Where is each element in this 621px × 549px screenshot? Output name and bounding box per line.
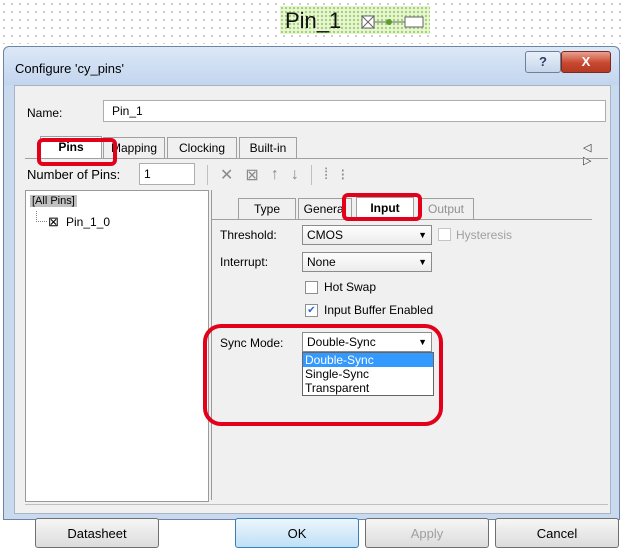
hot-swap-label: Hot Swap	[324, 280, 377, 294]
chevron-down-icon: ▼	[418, 230, 427, 240]
pin-tree[interactable]: [All Pins] ⊠ Pin_1_0	[25, 190, 209, 502]
input-buffer-enabled-checkbox[interactable]: ✔	[305, 304, 318, 317]
component-name-label[interactable]: Pin_1	[285, 8, 341, 34]
delete-icon[interactable]: ✕	[220, 165, 233, 185]
group-icon[interactable]: ⁞	[324, 166, 328, 184]
highlight-sync-mode	[203, 324, 443, 426]
hot-swap-checkbox[interactable]	[305, 281, 318, 294]
highlight-input-tab	[342, 193, 422, 221]
number-of-pins-label: Number of Pins:	[27, 167, 121, 182]
pin-symbol-icon[interactable]	[361, 14, 425, 30]
name-field[interactable]	[103, 100, 606, 122]
pins-toolbar: ✕ ⊠ ↑ ↓ ⁞ ⁝	[207, 164, 345, 186]
ungroup-icon[interactable]: ⁝	[340, 165, 345, 185]
tree-item-pin[interactable]: Pin_1_0	[66, 215, 110, 229]
move-down-icon[interactable]: ↓	[291, 166, 299, 184]
configure-dialog: Configure 'cy_pins' ? X Name: Pins Mappi…	[3, 46, 620, 548]
subtab-output[interactable]: Output	[418, 198, 474, 219]
chevron-down-icon: ▼	[418, 257, 427, 267]
datasheet-button[interactable]: Datasheet	[35, 518, 159, 548]
dialog-title: Configure 'cy_pins'	[15, 61, 125, 76]
number-of-pins-field[interactable]	[139, 163, 195, 185]
tree-connector	[36, 211, 47, 222]
close-button[interactable]: X	[561, 51, 611, 73]
subtab-type[interactable]: Type	[238, 198, 296, 219]
hysteresis-checkbox[interactable]	[438, 228, 451, 241]
name-label: Name:	[27, 106, 63, 120]
threshold-label: Threshold:	[220, 228, 277, 242]
toolbar-separator	[310, 165, 312, 185]
assign-icon[interactable]: ⊠	[245, 165, 258, 185]
tab-clocking[interactable]: Clocking	[167, 137, 237, 158]
ok-button[interactable]: OK	[235, 518, 359, 548]
threshold-select[interactable]: CMOS ▼	[302, 225, 432, 245]
tab-built-in[interactable]: Built-in	[239, 137, 297, 158]
checkmark-icon: ✔	[307, 305, 316, 316]
threshold-value: CMOS	[307, 228, 343, 242]
tab-scroll-arrows-icon[interactable]: ◁ ▷	[583, 141, 610, 167]
move-up-icon[interactable]: ↑	[271, 166, 279, 184]
interrupt-value: None	[307, 255, 336, 269]
tree-item-all-pins[interactable]: [All Pins]	[30, 195, 77, 207]
hysteresis-label: Hysteresis	[456, 228, 513, 242]
pin-icon: ⊠	[48, 214, 59, 229]
help-button[interactable]: ?	[525, 51, 561, 73]
input-buffer-enabled-label: Input Buffer Enabled	[324, 303, 434, 317]
apply-button[interactable]: Apply	[365, 518, 489, 548]
toolbar-separator	[207, 165, 208, 185]
dialog-titlebar: Configure 'cy_pins' ? X	[4, 47, 619, 85]
interrupt-select[interactable]: None ▼	[302, 252, 432, 272]
cancel-button[interactable]: Cancel	[495, 518, 619, 548]
highlight-pins-tab	[37, 138, 117, 166]
interrupt-label: Interrupt:	[220, 255, 269, 269]
button-area-divider	[25, 504, 608, 505]
